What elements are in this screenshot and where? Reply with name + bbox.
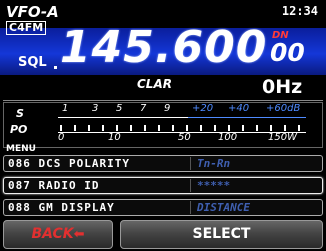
select-label: SELECT (192, 226, 251, 242)
frequency-main[interactable]: 145.600 (60, 22, 267, 74)
sql-indicator (54, 66, 57, 69)
s-plus-scale-line (188, 117, 306, 118)
po-scale-label: 0 (58, 132, 65, 143)
menu-title: MENU (6, 144, 36, 154)
back-button[interactable]: BACK⬅ (3, 220, 113, 249)
menu-item-number: 087 (8, 179, 31, 192)
signal-meter: S PO 1 3 5 7 9 +20 +40 +60dB 0 10 50 100… (3, 102, 323, 148)
s-plus-scale-label: +40 (228, 103, 250, 114)
back-label: BACK (31, 226, 74, 242)
s-meter-label: S (16, 107, 24, 120)
menu-item-name: DCS POLARITY (38, 157, 130, 170)
sql-label: SQL (18, 55, 47, 70)
s-scale-label: 1 (62, 103, 69, 114)
back-arrow-icon: ⬅ (73, 227, 85, 242)
clar-label: CLAR (137, 77, 172, 91)
menu-item-value: Tn-Rn (190, 157, 318, 170)
menu-item-name: RADIO ID (38, 179, 100, 192)
po-scale-label: 50 (178, 132, 191, 143)
po-scale-label: 100 (218, 132, 238, 143)
clock: 12:34 (281, 4, 318, 18)
menu-item-number: 088 (8, 201, 31, 214)
s-scale-label: 9 (164, 103, 171, 114)
s-plus-scale-label: +60dB (266, 103, 301, 114)
s-scale-label: 3 (92, 103, 99, 114)
vfo-mode-label: VFO-A (6, 3, 59, 21)
s-scale-label: 7 (140, 103, 147, 114)
menu-item-name: GM DISPLAY (38, 201, 115, 214)
menu-item-radio-id[interactable]: 087 RADIO ID ***** (3, 177, 323, 194)
menu-item-gm-display[interactable]: 088 GM DISPLAY DISTANCE (3, 199, 323, 216)
po-scale-label: 150W (268, 132, 297, 143)
menu-item-dcs-polarity[interactable]: 086 DCS POLARITY Tn-Rn (3, 155, 323, 172)
s-scale-line (58, 117, 188, 118)
po-meter-label: PO (10, 123, 28, 136)
select-button[interactable]: SELECT (120, 220, 323, 249)
frequency-sub: 00 (270, 38, 305, 67)
clar-value: 0Hz (262, 76, 303, 98)
menu-item-value: ***** (190, 179, 318, 192)
s-plus-scale-label: +20 (192, 103, 214, 114)
po-scale-label: 10 (108, 132, 121, 143)
divider (3, 100, 323, 101)
s-scale-label: 5 (116, 103, 123, 114)
menu-item-value: DISTANCE (190, 201, 318, 214)
digital-mode-badge: C4FM (6, 21, 47, 35)
menu-item-number: 086 (8, 157, 31, 170)
